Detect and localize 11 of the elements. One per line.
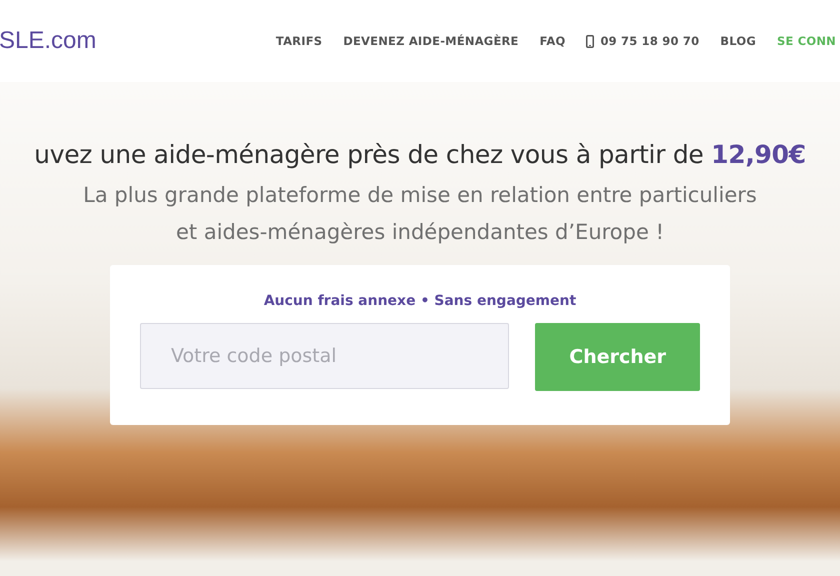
headline: uvez une aide-ménagère près de chez vous à partir de 12,90€ — [34, 140, 806, 169]
nav-link[interactable]: FAQ — [540, 34, 566, 48]
nav-link[interactable]: DEVENEZ AIDE-MÉNAGÈRE — [343, 34, 519, 48]
phone-link[interactable]: 09 75 18 90 70 — [586, 34, 700, 48]
nav-link[interactable]: BLOG — [720, 34, 756, 48]
phone-icon — [586, 34, 594, 48]
nav-link[interactable]: TARIFS — [276, 34, 322, 48]
postcode-field[interactable]: Votre code postal — [140, 323, 510, 389]
tagline: Aucun frais annexe • Sans engagement — [264, 293, 576, 309]
subtitle: La plus grande plateforme de mise en relation entre particuliers et aides-ménagères indépendantes d’Europe ! — [83, 182, 757, 246]
logo[interactable]: SLE.com — [0, 27, 96, 55]
